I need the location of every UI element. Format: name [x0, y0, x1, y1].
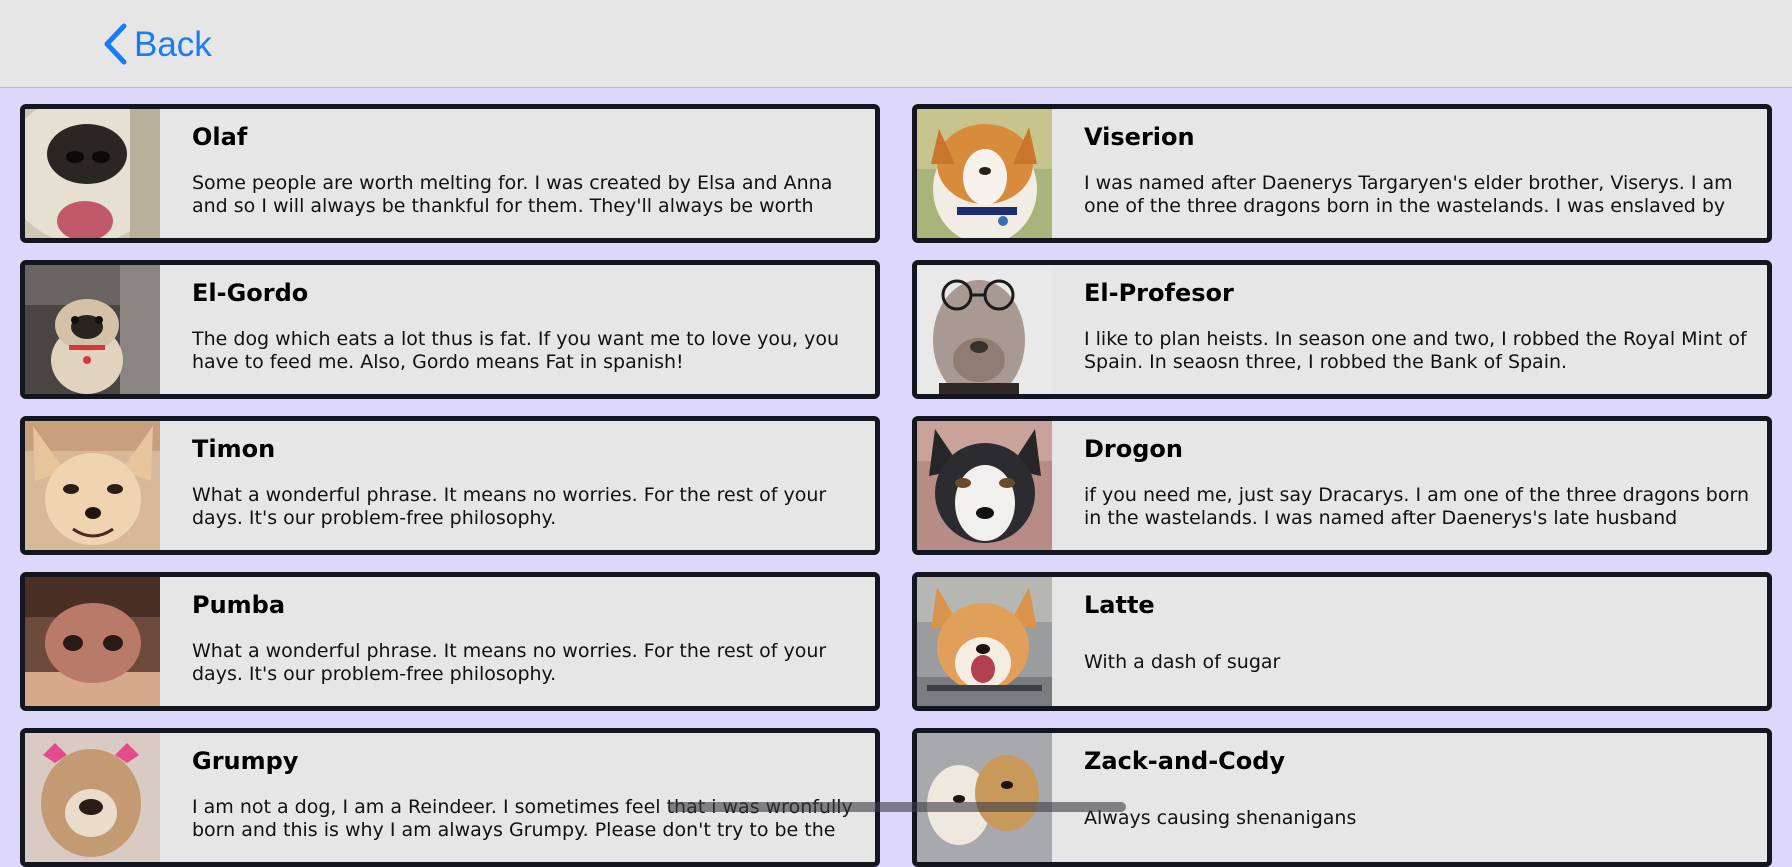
- dog-description: What a wonderful phrase. It means no wor…: [192, 484, 827, 529]
- dog-photo: [25, 733, 160, 862]
- dog-name: Timon: [192, 435, 276, 463]
- dog-card-viserion[interactable]: Viserion I was named after Daenerys Targ…: [912, 104, 1772, 243]
- dog-list-grid: Olaf Some people are worth melting for. …: [0, 0, 1792, 867]
- dog-card-el-gordo[interactable]: El-Gordo The dog which eats a lot thus i…: [20, 260, 880, 399]
- dog-photo: [25, 421, 160, 550]
- dog-card-timon[interactable]: Timon What a wonderful phrase. It means …: [20, 416, 880, 555]
- dog-description: I like to plan heists. In season one and…: [1084, 328, 1747, 373]
- dog-description: The dog which eats a lot thus is fat. If…: [192, 328, 840, 373]
- dog-name: Viserion: [1084, 123, 1195, 151]
- dog-card-pumba[interactable]: Pumba What a wonderful phrase. It means …: [20, 572, 880, 711]
- dog-description: Some people are worth melting for. I was…: [192, 172, 833, 217]
- dog-name: Olaf: [192, 123, 248, 151]
- dog-name: El-Profesor: [1084, 279, 1234, 307]
- dog-card-el-profesor[interactable]: El-Profesor I like to plan heists. In se…: [912, 260, 1772, 399]
- dog-photo: [25, 577, 160, 706]
- dog-photo: [25, 265, 160, 394]
- dog-photo: [917, 421, 1052, 550]
- dog-card-latte[interactable]: Latte With a dash of sugar: [912, 572, 1772, 711]
- dog-card-olaf[interactable]: Olaf Some people are worth melting for. …: [20, 104, 880, 243]
- dog-photo: [917, 577, 1052, 706]
- dog-name: Latte: [1084, 591, 1155, 619]
- dog-card-grumpy[interactable]: Grumpy I am not a dog, I am a Reindeer. …: [20, 728, 880, 867]
- dog-name: Pumba: [192, 591, 286, 619]
- dog-photo: [25, 109, 160, 238]
- dog-description: if you need me, just say Dracarys. I am …: [1084, 484, 1749, 529]
- dog-description: With a dash of sugar: [1084, 651, 1281, 673]
- scroll-indicator[interactable]: [668, 802, 1126, 812]
- dog-description: Always causing shenanigans: [1084, 807, 1357, 829]
- dog-card-drogon[interactable]: Drogon if you need me, just say Dracarys…: [912, 416, 1772, 555]
- dog-name: El-Gordo: [192, 279, 309, 307]
- dog-name: Drogon: [1084, 435, 1183, 463]
- dog-photo: [917, 733, 1052, 862]
- dog-description: What a wonderful phrase. It means no wor…: [192, 640, 827, 685]
- dog-photo: [917, 265, 1052, 394]
- dog-name: Zack-and-Cody: [1084, 747, 1286, 775]
- dog-card-zack-and-cody[interactable]: Zack-and-Cody Always causing shenanigans: [912, 728, 1772, 867]
- dog-photo: [917, 109, 1052, 238]
- dog-description: I was named after Daenerys Targaryen's e…: [1084, 172, 1733, 217]
- dog-name: Grumpy: [192, 747, 299, 775]
